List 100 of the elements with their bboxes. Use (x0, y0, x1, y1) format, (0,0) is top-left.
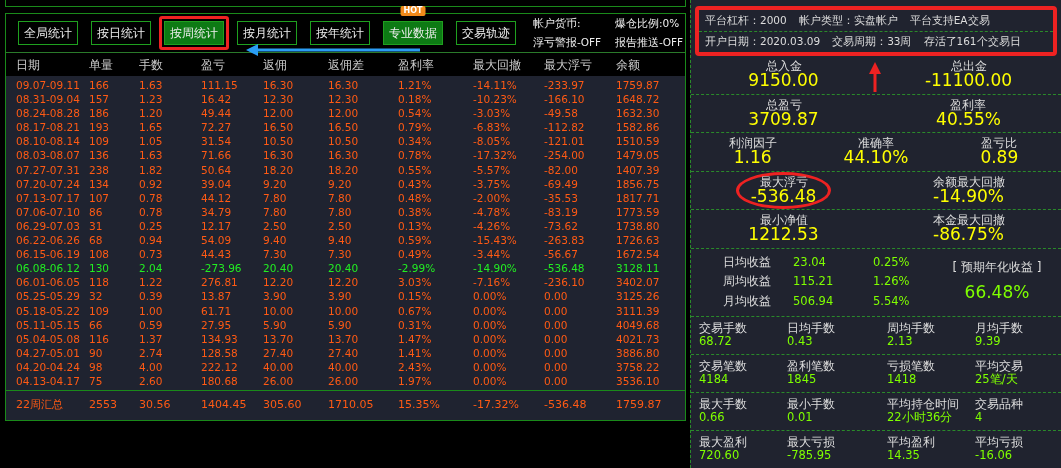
table-cell-text: -536.48 (544, 261, 586, 276)
table-cell-text: 7.80 (263, 204, 288, 219)
stat-value: 68.72 (699, 335, 733, 349)
table-cell-text: 0.54% (398, 106, 433, 121)
table-cell-text: 0.00 (544, 331, 569, 346)
stat-label: 准确率 (858, 137, 894, 150)
table-cell-text: 09.07-09.11 (16, 78, 81, 93)
table-cell-text: 9.20 (263, 176, 288, 191)
table-cell-text: 1.37 (139, 331, 164, 346)
tab-button[interactable]: 按年统计 (310, 21, 370, 45)
table-cell-text: 0.38% (398, 204, 433, 219)
stat-value: 0.66 (699, 411, 726, 425)
stat-label: 月均手数 (975, 321, 1024, 335)
table-cell-text: 16.50 (263, 120, 295, 135)
stat-percent: 1.26% (873, 273, 911, 291)
table-cell-text: 1.63 (139, 148, 164, 163)
table-cell-text: 0.92 (139, 176, 164, 191)
table-cell-text: 1.22 (139, 275, 164, 290)
table-cell-text: 75 (89, 373, 104, 389)
table-cell-text: 16.30 (328, 78, 360, 93)
table-cell-text: 05.11-05.15 (16, 317, 81, 332)
stat-value: -536.48 (750, 187, 817, 205)
stat-label: 最大手数 (699, 397, 748, 411)
stat-label: 亏损笔数 (887, 359, 936, 373)
table-cell-text: 128.58 (201, 345, 239, 360)
table-cell-text: 27.40 (263, 345, 295, 360)
table-cell-text: 08.17-08.21 (16, 120, 81, 135)
stat-value: 1.16 (733, 149, 772, 167)
table-cell-text: 16.30 (263, 78, 295, 93)
status-text: 报告推送-OFF (615, 34, 685, 50)
table-cell-text: 4.00 (139, 359, 164, 374)
table-cell-text: 2.60 (139, 373, 164, 389)
tab-button[interactable]: 按周统计 (164, 21, 224, 45)
table-cell-text: 10.50 (328, 134, 360, 149)
table-cell-text: 50.64 (201, 162, 233, 177)
table-cell-text: 08.03-08.07 (16, 148, 81, 163)
table-cell-text: 107 (89, 190, 111, 205)
tab-button[interactable]: 交易轨迹 (456, 21, 516, 45)
stat-value: -14.90% (933, 187, 1004, 205)
table-cell-text: 0.00% (473, 359, 508, 374)
account-info: 帐户类型：实盘帐户 (798, 12, 898, 28)
table-cell-text: -15.43% (473, 233, 518, 248)
table-cell-text: 06.08-06.12 (16, 261, 81, 276)
column-header: 最大浮亏 (544, 56, 593, 74)
table-cell-text: 2.43% (398, 359, 433, 374)
table-cell-text: 0.55% (398, 162, 433, 177)
table-cell-text: 166 (89, 78, 111, 93)
table-cell-text: 0.39 (139, 289, 164, 304)
stat-label: 最小手数 (787, 397, 836, 411)
table-cell-text: -3.03% (473, 106, 512, 121)
table-cell-text: 20.40 (328, 261, 360, 276)
account-info: 存活了161个交易日 (923, 34, 1021, 50)
table-cell-text: -4.26% (473, 218, 512, 234)
tab-button[interactable]: 全局统计 (18, 21, 78, 45)
table-cell-text: 16.30 (263, 148, 295, 163)
stat-label: 周均手数 (887, 321, 936, 335)
table-cell-text: 0.78 (139, 190, 164, 205)
table-cell-text: 07.13-07.17 (16, 190, 81, 205)
table-cell-text: 1.97% (398, 373, 433, 389)
table-cell-text: 31.54 (201, 134, 233, 149)
summary-cell-text: 1404.45 (201, 397, 248, 414)
summary-cell-text: 15.35% (398, 397, 441, 414)
table-cell-text: 0.48% (398, 190, 433, 205)
tab-button[interactable]: 专业数据 (383, 21, 443, 45)
table-cell-text: 1759.87 (616, 78, 661, 93)
table-cell-text: 118 (89, 275, 111, 290)
stat-value: 4 (975, 411, 984, 425)
table-cell-text: 0.59 (139, 317, 164, 332)
table-cell-text: 1648.72 (616, 92, 661, 107)
stat-value: 4184 (699, 373, 730, 387)
table-cell-text: 0.59% (398, 233, 433, 248)
stat-value: 0.89 (980, 149, 1019, 167)
table-cell-text: 134.93 (201, 331, 239, 346)
table-cell-text: 13.70 (328, 331, 360, 346)
stat-value: 23.04 (793, 254, 827, 272)
stat-label: 最大浮亏 (759, 175, 808, 188)
table-cell-text: 134 (89, 176, 111, 191)
tab-button[interactable]: 按月统计 (237, 21, 297, 45)
table-cell-text: 193 (89, 120, 111, 135)
table-cell-text: 12.30 (263, 92, 295, 107)
table-cell-text: 2.50 (263, 218, 288, 234)
table-cell-text: 3758.22 (616, 359, 661, 374)
tab-button[interactable]: 按日统计 (91, 21, 151, 45)
table-cell-text: 0.25 (139, 218, 164, 234)
table-cell-text: 3.03% (398, 275, 433, 290)
table-cell-text: 18.20 (263, 162, 295, 177)
table-cell-text: 109 (89, 303, 111, 318)
table-cell-text: -273.96 (201, 261, 243, 276)
table-cell-text: 7.80 (328, 204, 353, 219)
table-cell-text: 0.00% (473, 373, 508, 389)
stat-value: -16.06 (975, 449, 1014, 463)
table-cell-text: -254.00 (544, 148, 586, 163)
table-cell-text: 0.00% (473, 345, 508, 360)
table-cell-text: 31 (89, 218, 104, 234)
table-cell-text: 1817.71 (616, 190, 661, 205)
table-cell-text: 9.40 (328, 233, 353, 248)
stat-label: 本金最大回撤 (932, 214, 1005, 227)
account-info: 平台支持EA交易 (909, 12, 990, 28)
stat-value: 3709.87 (748, 110, 819, 128)
table-cell-text: -112.82 (544, 120, 586, 135)
